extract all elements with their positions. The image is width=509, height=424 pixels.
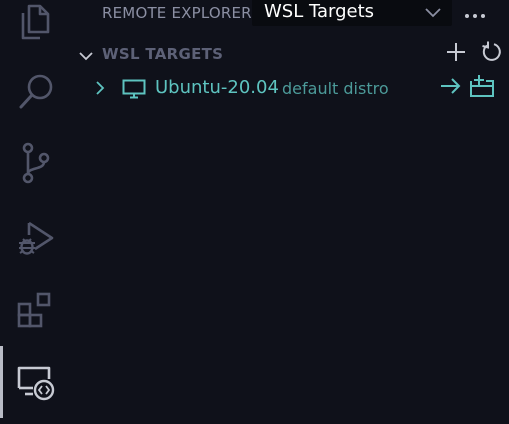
explorer-icon[interactable]: [14, 0, 58, 44]
chevron-down-icon: [78, 47, 94, 66]
source-control-icon[interactable]: [14, 141, 58, 185]
more-actions-button[interactable]: [460, 2, 490, 24]
remote-explorer-icon[interactable]: [14, 360, 58, 404]
target-name: Ubuntu-20.04: [155, 77, 279, 98]
chevron-down-icon: [424, 4, 442, 23]
vscode-window: REMOTE EXPLORER WSL Targets WSL TARGETS …: [0, 0, 509, 424]
wsl-targets-section-header[interactable]: WSL TARGETS: [72, 40, 509, 68]
chevron-right-icon[interactable]: [94, 80, 106, 100]
view-title: REMOTE EXPLORER: [102, 4, 252, 22]
remote-type-value: WSL Targets: [264, 1, 375, 22]
ellipsis-icon: [464, 4, 486, 23]
remote-type-select[interactable]: WSL Targets: [252, 0, 452, 26]
add-icon: [445, 41, 467, 67]
target-description: default distro: [282, 79, 389, 98]
connect-icon: [440, 77, 462, 99]
activity-bar: [0, 0, 72, 424]
refresh-button[interactable]: [479, 41, 505, 67]
extensions-icon[interactable]: [14, 288, 58, 332]
active-view-indicator: [0, 346, 3, 418]
open-in-new-window-button[interactable]: [469, 75, 495, 101]
refresh-icon: [481, 41, 503, 67]
search-icon[interactable]: [14, 70, 58, 114]
view-header: REMOTE EXPLORER WSL Targets: [72, 0, 509, 26]
wsl-target-item[interactable]: Ubuntu-20.04 default distro: [72, 74, 509, 102]
open-new-window-icon: [469, 74, 495, 102]
section-title: WSL TARGETS: [102, 45, 224, 63]
add-target-button[interactable]: [443, 41, 469, 67]
run-debug-icon[interactable]: [14, 216, 58, 260]
connect-button[interactable]: [438, 75, 464, 101]
monitor-icon: [122, 79, 146, 103]
